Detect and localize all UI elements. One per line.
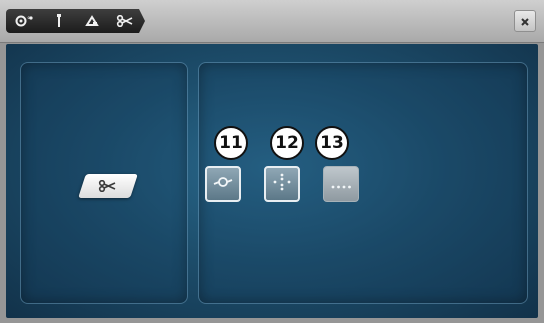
close-icon xyxy=(520,12,530,31)
thread-cut-knot-icon xyxy=(212,174,234,194)
callout-badge-13: 13 xyxy=(315,126,349,160)
thread-cut-knot-button[interactable] xyxy=(205,166,241,202)
scissors-icon xyxy=(95,177,121,196)
needle-icon xyxy=(54,13,64,29)
close-button[interactable] xyxy=(514,10,536,32)
breadcrumb-needle[interactable] xyxy=(39,9,79,33)
breadcrumb-scissors[interactable] xyxy=(105,9,145,33)
dotted-line-icon xyxy=(330,175,352,194)
breadcrumb-thread-tension[interactable]: ° xyxy=(6,9,46,33)
dotted-line-button[interactable] xyxy=(323,166,359,202)
thread-cutter-button[interactable] xyxy=(78,174,138,198)
breadcrumb-presser-foot[interactable] xyxy=(72,9,112,33)
dotted-cross-icon xyxy=(272,172,292,196)
callout-badge-12: 12 xyxy=(270,126,304,160)
callout-badge-11: 11 xyxy=(214,126,248,160)
top-bar: ° xyxy=(0,0,544,43)
dotted-cross-button[interactable] xyxy=(264,166,300,202)
scissors-icon xyxy=(116,15,134,27)
presser-foot-icon xyxy=(84,14,100,28)
right-subpanel xyxy=(198,62,528,304)
sewing-machine-screen: ° 11 12 13 xyxy=(0,0,544,323)
thread-tension-icon: ° xyxy=(15,14,37,28)
